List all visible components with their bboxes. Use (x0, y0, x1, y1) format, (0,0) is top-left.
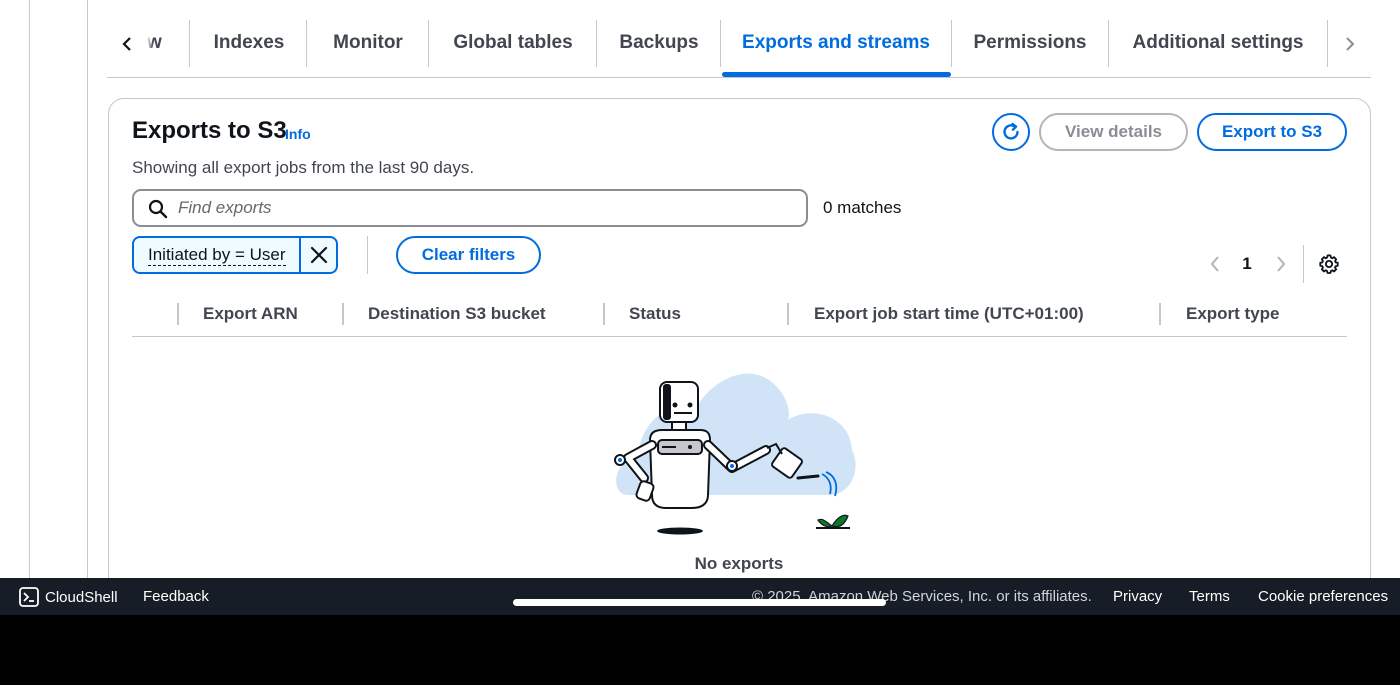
tab-additional-settings[interactable]: Additional settings (1109, 20, 1327, 66)
feedback-link[interactable]: Feedback (143, 588, 209, 605)
layout-divider (87, 0, 88, 578)
privacy-link[interactable]: Privacy (1113, 588, 1162, 605)
robot-watering-plant-illustration (614, 373, 856, 535)
column-separator (787, 303, 789, 325)
cookie-preferences-link[interactable]: Cookie preferences (1258, 588, 1388, 605)
tab-separator (189, 20, 190, 67)
cloudshell-icon (19, 587, 39, 607)
tab-monitor[interactable]: Monitor (307, 20, 429, 66)
column-header-export-arn[interactable]: Export ARN (203, 304, 298, 324)
tab-exports-and-streams[interactable]: Exports and streams (721, 20, 951, 66)
tab-backups[interactable]: Backups (597, 20, 721, 66)
table-header-divider (132, 336, 1347, 337)
console-footer: CloudShell Feedback © 2025, Amazon Web S… (0, 578, 1400, 615)
page: w Indexes Monitor Global tables Backups … (0, 0, 1400, 578)
tab-scroll-right-icon[interactable] (1341, 30, 1359, 58)
tab-global-tables[interactable]: Global tables (429, 20, 597, 66)
active-tab-indicator (722, 72, 951, 77)
panel-title: Exports to S3 (132, 117, 287, 144)
search-field (132, 189, 808, 227)
column-separator (342, 303, 344, 325)
search-icon (148, 199, 168, 219)
page-number[interactable]: 1 (1237, 254, 1257, 274)
filter-token-label[interactable]: Initiated by = User (134, 238, 302, 272)
terms-link[interactable]: Terms (1189, 588, 1230, 605)
column-separator (603, 303, 605, 325)
refresh-icon (1003, 122, 1019, 140)
bottom-black-area (0, 615, 1400, 685)
pager-separator (1303, 245, 1304, 283)
column-header-destination-bucket[interactable]: Destination S3 bucket (368, 304, 546, 324)
matches-count: 0 matches (823, 198, 902, 217)
clear-filters-button[interactable]: Clear filters (396, 236, 541, 274)
tab-bar: w Indexes Monitor Global tables Backups … (107, 0, 1371, 78)
previous-page-icon[interactable] (1205, 254, 1225, 274)
cloudshell-button[interactable]: CloudShell (19, 587, 118, 607)
tab-permissions[interactable]: Permissions (952, 20, 1108, 66)
tab-scroll-left-icon[interactable] (118, 30, 136, 58)
column-separator (177, 303, 179, 325)
layout-divider (29, 0, 30, 578)
view-details-button[interactable]: View details (1039, 113, 1188, 151)
cloudshell-label: CloudShell (45, 588, 118, 606)
refresh-button[interactable] (992, 113, 1030, 151)
tab-separator (1327, 20, 1328, 67)
column-header-export-type[interactable]: Export type (1186, 304, 1280, 324)
column-header-status[interactable]: Status (629, 304, 681, 324)
empty-state-text: No exports (694, 554, 784, 573)
remove-filter-button[interactable] (301, 238, 336, 272)
settings-gear-icon[interactable] (1318, 253, 1340, 275)
column-header-start-time[interactable]: Export job start time (UTC+01:00) (814, 304, 1084, 324)
filter-token: Initiated by = User (132, 236, 338, 274)
search-input[interactable] (178, 195, 778, 221)
close-icon (310, 246, 327, 264)
tab-indexes[interactable]: Indexes (191, 20, 307, 66)
export-to-s3-button[interactable]: Export to S3 (1197, 113, 1347, 151)
next-page-icon[interactable] (1271, 254, 1291, 274)
tab-fade (147, 30, 153, 60)
home-indicator (513, 599, 886, 606)
info-link[interactable]: Info (285, 126, 311, 142)
panel-description: Showing all export jobs from the last 90… (132, 158, 475, 177)
filter-separator (367, 236, 368, 274)
column-separator (1159, 303, 1161, 325)
